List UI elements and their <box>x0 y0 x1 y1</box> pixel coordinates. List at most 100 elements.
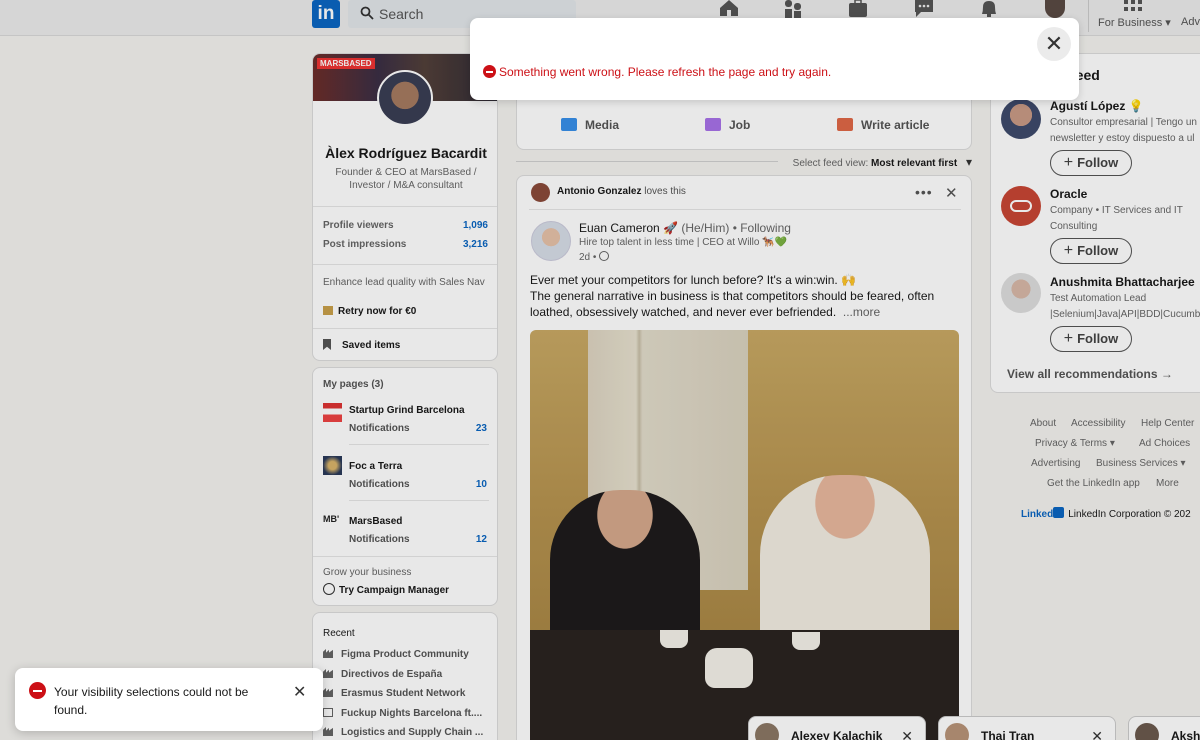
group-icon <box>323 688 333 697</box>
oracle-logo[interactable] <box>1001 186 1041 226</box>
group-icon <box>323 727 333 736</box>
media-button[interactable]: Media <box>561 118 619 132</box>
toast-close-button[interactable]: ✕ <box>293 682 306 702</box>
saved-items-link[interactable]: Saved items <box>323 339 400 351</box>
stat-profile-viewers[interactable]: Profile viewers 1,096 <box>323 220 488 231</box>
close-chat-icon[interactable]: ✕ <box>1091 728 1103 740</box>
recommendation-name[interactable]: Agustí López 💡 <box>1050 99 1144 113</box>
page-name[interactable]: MarsBased <box>349 516 402 527</box>
recommendation-avatar[interactable] <box>1001 273 1041 313</box>
event-icon <box>323 708 333 717</box>
author-name[interactable]: Euan Cameron 🚀 <box>579 221 678 235</box>
search-placeholder: Search <box>379 6 424 22</box>
recommendation-avatar[interactable] <box>1001 99 1041 139</box>
recent-title: Recent <box>323 628 355 639</box>
author-avatar[interactable] <box>531 221 571 261</box>
marsbased-logo[interactable]: MB' <box>323 514 342 524</box>
page-name[interactable]: Startup Grind Barcelona <box>349 405 465 416</box>
feed-post: Antonio Gonzalez loves this ••• ✕ Euan C… <box>516 175 972 740</box>
recent-item[interactable]: Logistics and Supply Chain ... <box>323 727 483 738</box>
linkedin-wordmark: Linked <box>1021 509 1054 520</box>
profile-avatar[interactable] <box>377 70 433 126</box>
recommendation-name[interactable]: Anushmita Bhattacharjee <box>1050 275 1195 289</box>
chat-bubble[interactable]: Aksh <box>1128 716 1200 740</box>
jobs-icon[interactable] <box>847 0 869 18</box>
dismiss-post-icon[interactable]: ✕ <box>945 184 958 202</box>
recent-item[interactable]: Figma Product Community <box>323 649 469 660</box>
me-avatar[interactable] <box>1045 0 1065 18</box>
error-toast: Your visibility selections could not be … <box>15 668 323 731</box>
feed-sort[interactable]: Select feed view: Most relevant first ▾ <box>516 155 972 169</box>
recommendation-name[interactable]: Oracle <box>1050 187 1087 201</box>
footer-privacy[interactable]: Privacy & Terms ▾ <box>1035 438 1115 449</box>
group-icon <box>323 669 333 678</box>
home-icon[interactable] <box>718 0 740 18</box>
for-business-menu[interactable]: For Business ▾ <box>1098 16 1171 29</box>
startup-grind-logo[interactable] <box>323 403 342 422</box>
follow-button[interactable]: + Follow <box>1050 238 1132 264</box>
toast-message: Your visibility selections could not be … <box>54 685 249 717</box>
footer-about[interactable]: About <box>1030 418 1056 429</box>
foc-a-terra-logo[interactable] <box>323 456 342 475</box>
follow-button[interactable]: + Follow <box>1050 326 1132 352</box>
profile-name[interactable]: Àlex Rodríguez Bacardit <box>313 145 497 161</box>
premium-cta[interactable]: Retry now for €0 <box>323 306 416 317</box>
divider <box>349 500 489 501</box>
chat-bubble[interactable]: Alexey Kalachik ✕ <box>748 716 926 740</box>
apps-grid-icon[interactable] <box>1124 0 1142 14</box>
footer-advertising[interactable]: Advertising <box>1031 458 1080 469</box>
photo-cup <box>792 632 820 650</box>
notifications-icon[interactable] <box>978 0 1000 18</box>
post-image[interactable] <box>530 330 959 740</box>
group-icon <box>323 649 333 658</box>
context-avatar[interactable] <box>531 183 550 202</box>
footer-ad-choices[interactable]: Ad Choices <box>1139 438 1190 449</box>
stat-post-impressions[interactable]: Post impressions 3,216 <box>323 239 488 250</box>
see-more-link[interactable]: ...more <box>843 305 880 319</box>
campaign-manager-link[interactable]: Try Campaign Manager <box>323 583 449 596</box>
messaging-icon[interactable] <box>913 0 935 18</box>
nav-divider <box>1088 0 1089 32</box>
photo-icon <box>561 118 577 131</box>
recent-item[interactable]: Erasmus Student Network <box>323 688 465 699</box>
globe-icon <box>599 251 610 261</box>
chat-name: Alexey Kalachik <box>791 729 883 740</box>
recommendation-desc: newsletter y estoy dispuesto a ul <box>1050 133 1195 144</box>
divider <box>313 206 497 207</box>
footer-accessibility[interactable]: Accessibility <box>1071 418 1125 429</box>
recommendation-desc: Test Automation Lead <box>1050 293 1147 304</box>
write-article-button[interactable]: Write article <box>837 118 929 132</box>
my-pages-card: My pages (3) Startup Grind Barcelona Not… <box>312 367 498 606</box>
view-all-recommendations-link[interactable]: View all recommendations → <box>1007 367 1173 381</box>
page-name[interactable]: Foc a Terra <box>349 461 402 472</box>
recent-item[interactable]: Fuckup Nights Barcelona ft.... <box>323 708 482 719</box>
recent-item[interactable]: Directivos de España <box>323 669 442 680</box>
bookmark-icon <box>323 339 331 350</box>
briefcase-icon <box>705 118 721 131</box>
post-time: 2d • <box>579 251 610 263</box>
divider <box>349 444 489 445</box>
advertise-link[interactable]: Adv <box>1181 16 1200 28</box>
footer-help[interactable]: Help Center <box>1141 418 1194 429</box>
page-notifications[interactable]: Notifications <box>349 479 410 490</box>
modal-close-button[interactable]: ✕ <box>1037 27 1071 61</box>
job-button[interactable]: Job <box>705 118 750 132</box>
network-icon[interactable] <box>782 0 804 18</box>
recommendation-desc: Consultor empresarial | Tengo un <box>1050 117 1197 128</box>
my-pages-title: My pages (3) <box>323 379 384 390</box>
caret-down-icon: ▾ <box>1180 458 1186 469</box>
footer-more[interactable]: More <box>1156 478 1179 489</box>
page-notifications[interactable]: Notifications <box>349 534 410 545</box>
linkedin-logo[interactable]: in <box>312 0 340 28</box>
follow-button[interactable]: + Follow <box>1050 150 1132 176</box>
profile-headline: Founder & CEO at MarsBased / Investor / … <box>335 167 477 191</box>
chat-avatar <box>755 723 779 740</box>
page-notifications[interactable]: Notifications <box>349 423 410 434</box>
footer-business-services[interactable]: Business Services ▾ <box>1096 458 1186 469</box>
footer-get-app[interactable]: Get the LinkedIn app <box>1047 478 1140 489</box>
photo-teapot <box>705 648 753 688</box>
more-options-icon[interactable]: ••• <box>915 184 933 200</box>
close-chat-icon[interactable]: ✕ <box>901 728 913 740</box>
premium-promo-text: Enhance lead quality with Sales Nav <box>323 277 485 288</box>
chat-bubble[interactable]: Thai Tran ✕ <box>938 716 1116 740</box>
